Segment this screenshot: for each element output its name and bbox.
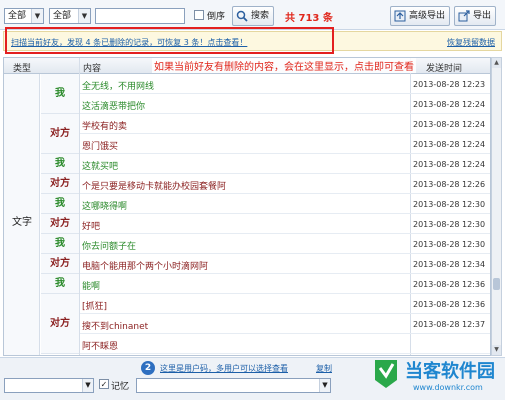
export-icon [458, 10, 470, 22]
advanced-export-label: 高级导出 [409, 11, 446, 21]
type-value: 文字 [12, 217, 32, 228]
table-row[interactable]: 搜不到chinanet 2013-08-28 12:37 [80, 314, 490, 334]
user-code-tip: 这里是用户码，多用户可以选择查看 [160, 364, 288, 373]
message-time: 2013-08-28 12:24 [413, 120, 486, 129]
chevron-down-icon[interactable]: ▼ [78, 9, 90, 23]
message-text: 恩门饿买 [82, 142, 119, 152]
message-time: 2013-08-28 12:34 [413, 260, 486, 269]
toolbar: 全部 ▼ 全部 ▼ 倒序 搜索 共 713 条 高级导出 导出 [0, 0, 505, 30]
table-row[interactable]: 好吧 2013-08-28 12:30 [80, 214, 490, 234]
message-time: 2013-08-28 12:36 [413, 300, 486, 309]
search-input[interactable] [95, 8, 185, 24]
scrollbar[interactable]: ▲ ▼ [491, 57, 502, 356]
search-icon [236, 10, 248, 22]
search-button-label: 搜索 [251, 11, 270, 21]
table-row[interactable]: 电脑个能用那个两个小时滴网阿 2013-08-28 12:34 [80, 254, 490, 274]
message-time: 2013-08-28 12:30 [413, 220, 486, 229]
reverse-label: 倒序 [207, 12, 226, 22]
sender-cell: 我 [41, 234, 79, 254]
export-label: 导出 [473, 11, 492, 21]
sender-cell: 对方 [41, 114, 79, 154]
header-type: 类型 [13, 64, 32, 74]
export-button[interactable]: 导出 [454, 6, 497, 26]
filter-select-2-value: 全部 [53, 11, 72, 21]
search-button[interactable]: 搜索 [232, 6, 275, 26]
scroll-down-icon[interactable]: ▼ [492, 345, 501, 355]
user-code-select[interactable]: ▼ [136, 378, 331, 393]
message-text: 这活滴恶带把你 [82, 102, 146, 112]
annotation-text: 如果当前好友有删除的内容，会在这里显示，点击即可查看 [152, 58, 416, 73]
site-title: 当客软件园 [405, 361, 495, 382]
sender-cell: 对方 [41, 294, 79, 354]
message-time: 2013-08-28 12:30 [413, 240, 486, 249]
message-text: 电脑个能用那个两个小时滴网阿 [82, 262, 209, 272]
table-row[interactable]: 全无线，不用网线 2013-08-28 12:23 [80, 74, 490, 94]
table-row[interactable]: 恩门饿买 2013-08-28 12:24 [80, 134, 490, 154]
table-row[interactable]: 你去问额子在 2013-08-28 12:30 [80, 234, 490, 254]
table-row[interactable]: 这哪晓得啊 2013-08-28 12:30 [80, 194, 490, 214]
table-row[interactable]: 这就买吧 2013-08-28 12:24 [80, 154, 490, 174]
header-content: 内容 [83, 64, 102, 74]
record-count: 共 713 条 [285, 13, 333, 24]
message-time: 2013-08-28 12:24 [413, 160, 486, 169]
filter-select-1[interactable]: 全部 ▼ [4, 8, 44, 24]
scrollbar-thumb[interactable] [493, 278, 500, 290]
table-row[interactable]: 能啊 2013-08-28 12:36 [80, 274, 490, 294]
highlight-box [5, 27, 334, 54]
message-text: 这就买吧 [82, 162, 119, 172]
step-badge: 2 [141, 361, 155, 375]
header-time: 发送时间 [426, 64, 463, 74]
chevron-down-icon[interactable]: ▼ [31, 9, 43, 23]
message-text: [抓狂] [82, 302, 108, 312]
site-logo-icon [375, 360, 397, 388]
message-text: 好吧 [82, 222, 101, 232]
message-time: 2013-08-28 12:24 [413, 100, 486, 109]
remember-label: 记忆 [111, 382, 130, 392]
table-row[interactable]: 学校有的卖 2013-08-28 12:24 [80, 114, 490, 134]
message-text: 搜不到chinanet [82, 322, 149, 332]
table-row[interactable]: [抓狂] 2013-08-28 12:36 [80, 294, 490, 314]
sender-cell: 对方 [41, 174, 79, 194]
message-time: 2013-08-28 12:24 [413, 140, 486, 149]
sender-cell: 我 [41, 74, 79, 114]
message-text: 阿不睬恩 [82, 342, 119, 352]
site-url: www.downkr.com [413, 383, 483, 392]
sender-cell: 我 [41, 154, 79, 174]
filter-select-2[interactable]: 全部 ▼ [49, 8, 91, 24]
export-icon [394, 10, 406, 22]
remember-checkbox[interactable]: ✓ [99, 379, 109, 389]
message-time: 2013-08-28 12:36 [413, 280, 486, 289]
sender-cell: 对方 [41, 254, 79, 274]
message-text: 全无线，不用网线 [82, 82, 155, 92]
account-select[interactable]: ▼ [4, 378, 94, 393]
table-row[interactable]: 这活滴恶带把你 2013-08-28 12:24 [80, 94, 490, 114]
message-table: 类型 内容 发送时间 文字 我对方我对方我对方我对方我对方 全无线，不用网线 201… [3, 57, 491, 356]
message-time: 2013-08-28 12:26 [413, 180, 486, 189]
message-text: 你去问额子在 [82, 242, 137, 252]
advanced-export-button[interactable]: 高级导出 [390, 6, 451, 26]
message-text: 能啊 [82, 282, 101, 292]
copy-link[interactable]: 复制 [316, 363, 332, 374]
recover-data-link[interactable]: 恢复残留数据 [447, 37, 495, 48]
table-row[interactable]: 个是只要是移动卡就能办校园套餐阿 2013-08-28 12:26 [80, 174, 490, 194]
message-text: 学校有的卖 [82, 122, 128, 132]
chevron-down-icon[interactable]: ▼ [82, 379, 93, 392]
sender-cell: 对方 [41, 214, 79, 234]
scroll-up-icon[interactable]: ▲ [492, 58, 501, 68]
reverse-checkbox[interactable] [194, 10, 204, 20]
sender-cell: 我 [41, 194, 79, 214]
message-text: 这哪晓得啊 [82, 202, 128, 212]
chevron-down-icon[interactable]: ▼ [319, 379, 330, 392]
type-cell: 文字 [4, 74, 40, 355]
message-time: 2013-08-28 12:23 [413, 80, 486, 89]
message-time: 2013-08-28 12:37 [413, 320, 486, 329]
message-time: 2013-08-28 12:30 [413, 200, 486, 209]
filter-select-1-value: 全部 [8, 11, 27, 21]
sender-cell: 我 [41, 274, 79, 294]
table-row[interactable]: 阿不睬恩 [80, 334, 490, 354]
message-text: 个是只要是移动卡就能办校园套餐阿 [82, 182, 227, 192]
